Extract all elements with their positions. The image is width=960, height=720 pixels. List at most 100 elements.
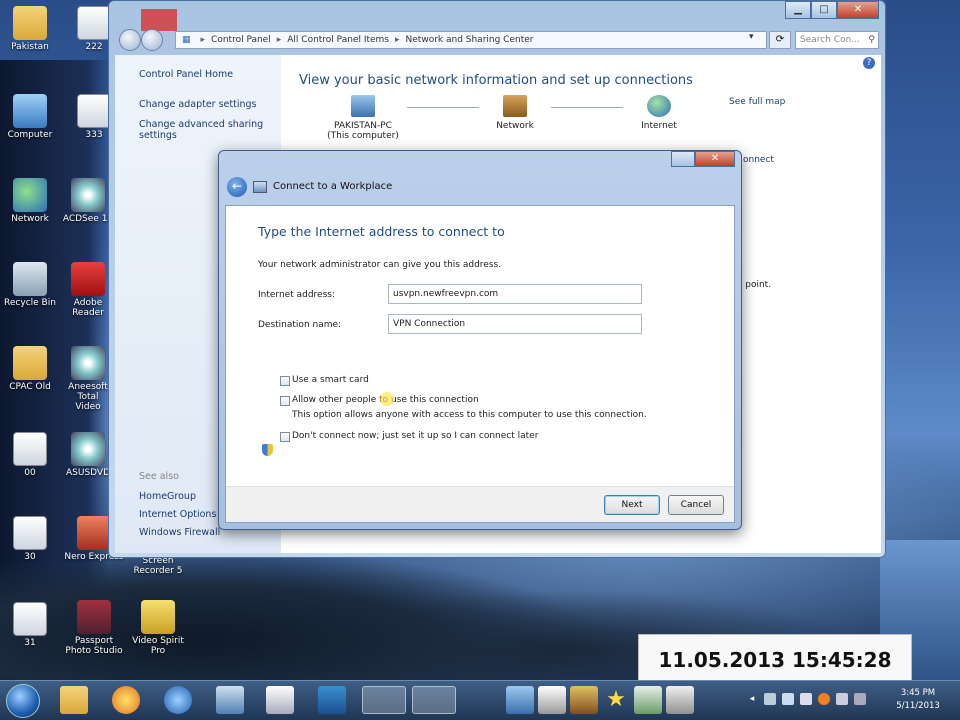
desktop-icon-aneesoft[interactable]: Aneesoft Total Video [64, 346, 112, 412]
desktop-icon-label: 30 [24, 552, 36, 562]
internet-address-input[interactable] [388, 284, 642, 304]
smart-card-checkbox[interactable] [280, 376, 290, 386]
desktop-icon-passport-photo[interactable]: Passport Photo Studio [64, 600, 124, 656]
media-player-icon[interactable] [266, 686, 294, 714]
printer-icon[interactable] [666, 686, 694, 714]
page-title: View your basic network information and … [299, 73, 693, 88]
start-button[interactable] [6, 684, 40, 718]
internet-address-label: Internet address: [258, 290, 335, 300]
search-input[interactable]: Search Con... ⚲ [795, 31, 879, 49]
refresh-button[interactable]: ⟳ [769, 31, 791, 49]
windows-firewall-link[interactable]: Windows Firewall [139, 527, 220, 538]
desktop-icon-recycle-bin[interactable]: Recycle Bin [0, 262, 60, 308]
computer-icon [13, 94, 47, 128]
close-button[interactable]: ✕ [837, 1, 879, 19]
next-button[interactable]: Next [604, 495, 660, 515]
forward-button[interactable] [141, 29, 163, 51]
tray-network-icon[interactable] [764, 693, 776, 705]
computer-icon [351, 95, 375, 117]
tray-expand-icon[interactable]: ◂ [746, 693, 758, 705]
dont-connect-checkbox[interactable] [280, 432, 290, 442]
breadcrumb-network-sharing[interactable]: Network and Sharing Center [406, 35, 534, 45]
explorer-icon[interactable] [60, 686, 88, 714]
smart-card-label[interactable]: Use a smart card [292, 375, 369, 385]
maximize-button[interactable]: □ [811, 1, 837, 19]
desktop-icon-00[interactable]: 00 [0, 432, 60, 478]
desktop-icon-adobe-reader[interactable]: Adobe Reader [64, 262, 112, 318]
desktop-icon-network[interactable]: Network [0, 178, 60, 224]
folder-icon [13, 346, 47, 380]
tray-volume-icon[interactable] [854, 693, 866, 705]
connect-link-partial[interactable]: onnect [743, 155, 774, 165]
chevron-down-icon[interactable]: ▾ [749, 32, 754, 42]
workplace-icon [253, 181, 267, 193]
dialog-footer: Next Cancel [226, 486, 734, 522]
tray-flag-icon[interactable] [836, 693, 848, 705]
bench-icon [503, 95, 527, 117]
desktop-icon-pakistan[interactable]: Pakistan [0, 6, 60, 52]
allow-others-checkbox[interactable] [280, 396, 290, 406]
internet-node[interactable]: Internet [609, 95, 709, 131]
network-computer-icon[interactable] [506, 686, 534, 714]
tools-icon[interactable] [570, 686, 598, 714]
window-titlebar[interactable]: ▁ □ ✕ [109, 1, 885, 31]
desktop-icon-label: Pakistan [11, 42, 49, 52]
dont-connect-label[interactable]: Don't connect now; just set it up so I c… [292, 431, 538, 441]
minimize-button[interactable] [671, 151, 695, 167]
taskbar-clock[interactable]: 3:45 PM 5/11/2013 [882, 687, 954, 713]
internet-explorer-icon[interactable] [164, 686, 192, 714]
see-full-map-link[interactable]: See full map [729, 97, 785, 107]
video-icon [71, 346, 105, 380]
minimize-button[interactable]: ▁ [785, 1, 811, 19]
desktop-icon-31[interactable]: 31 [0, 602, 60, 648]
chevron-right-icon: ▸ [276, 35, 282, 45]
change-advanced-sharing-link[interactable]: Change advanced sharing [139, 119, 263, 130]
bluetooth-icon[interactable] [216, 686, 244, 714]
tray-alert-icon[interactable] [818, 693, 830, 705]
desktop-icon-computer[interactable]: Computer [0, 94, 60, 140]
desktop-icon-video-spirit[interactable]: Video Spirit Pro [128, 600, 188, 656]
back-button[interactable] [119, 29, 141, 51]
desktop-icon-cpac-old[interactable]: CPAC Old [0, 346, 60, 392]
network-task[interactable] [412, 686, 456, 714]
address-bar[interactable]: ▦ ▸ Control Panel ▸ All Control Panel It… [175, 31, 767, 49]
chevron-right-icon: ▸ [200, 35, 206, 45]
cancel-button[interactable]: Cancel [668, 495, 724, 515]
search-placeholder: Search Con... [800, 35, 860, 45]
control-panel-home-link[interactable]: Control Panel Home [139, 69, 233, 80]
help-icon[interactable]: ? [863, 57, 875, 69]
tray-app-icon[interactable] [800, 693, 812, 705]
network-node[interactable]: Network [465, 95, 565, 131]
close-button[interactable]: ✕ [695, 151, 735, 167]
desktop-icon-30[interactable]: 30 [0, 516, 60, 562]
document-icon [13, 432, 47, 466]
desktop-icon-label: Screen Recorder 5 [133, 556, 183, 576]
globe-icon [647, 95, 671, 117]
chrome-icon[interactable] [112, 686, 140, 714]
star-icon[interactable]: ★ [602, 686, 630, 714]
control-panel-task[interactable] [362, 686, 406, 714]
internet-options-link[interactable]: Internet Options [139, 509, 216, 520]
desktop-icon-label: 222 [85, 42, 103, 52]
back-arrow-icon[interactable]: ← [227, 177, 247, 197]
desktop-icon-screen-recorder[interactable]: Screen Recorder 5 [128, 556, 188, 576]
desktop-icon-label: CPAC Old [9, 382, 51, 392]
homegroup-link[interactable]: HomeGroup [139, 491, 196, 502]
tray-sound-icon[interactable] [782, 693, 794, 705]
recycle-bin-icon [13, 262, 47, 296]
breadcrumb-all-items[interactable]: All Control Panel Items [287, 35, 389, 45]
folder-icon [13, 6, 47, 40]
outlook-icon[interactable] [318, 686, 346, 714]
desktop-icon-label: Network [11, 214, 49, 224]
recycle-icon[interactable] [634, 686, 662, 714]
camera-icon[interactable] [538, 686, 566, 714]
taskbar: ★ ◂ 3:45 PM 5/11/2013 [0, 680, 960, 720]
pc-sub: (This computer) [327, 131, 399, 141]
change-adapter-settings-link[interactable]: Change adapter settings [139, 99, 256, 110]
destination-name-input[interactable] [388, 314, 642, 334]
breadcrumb-control-panel[interactable]: Control Panel [211, 35, 271, 45]
clock-date: 5/11/2013 [896, 701, 940, 711]
change-advanced-sharing-link-2[interactable]: settings [139, 130, 177, 141]
pdf-icon [71, 262, 105, 296]
desktop-icon-asusdvd[interactable]: ASUSDVD [64, 432, 112, 478]
